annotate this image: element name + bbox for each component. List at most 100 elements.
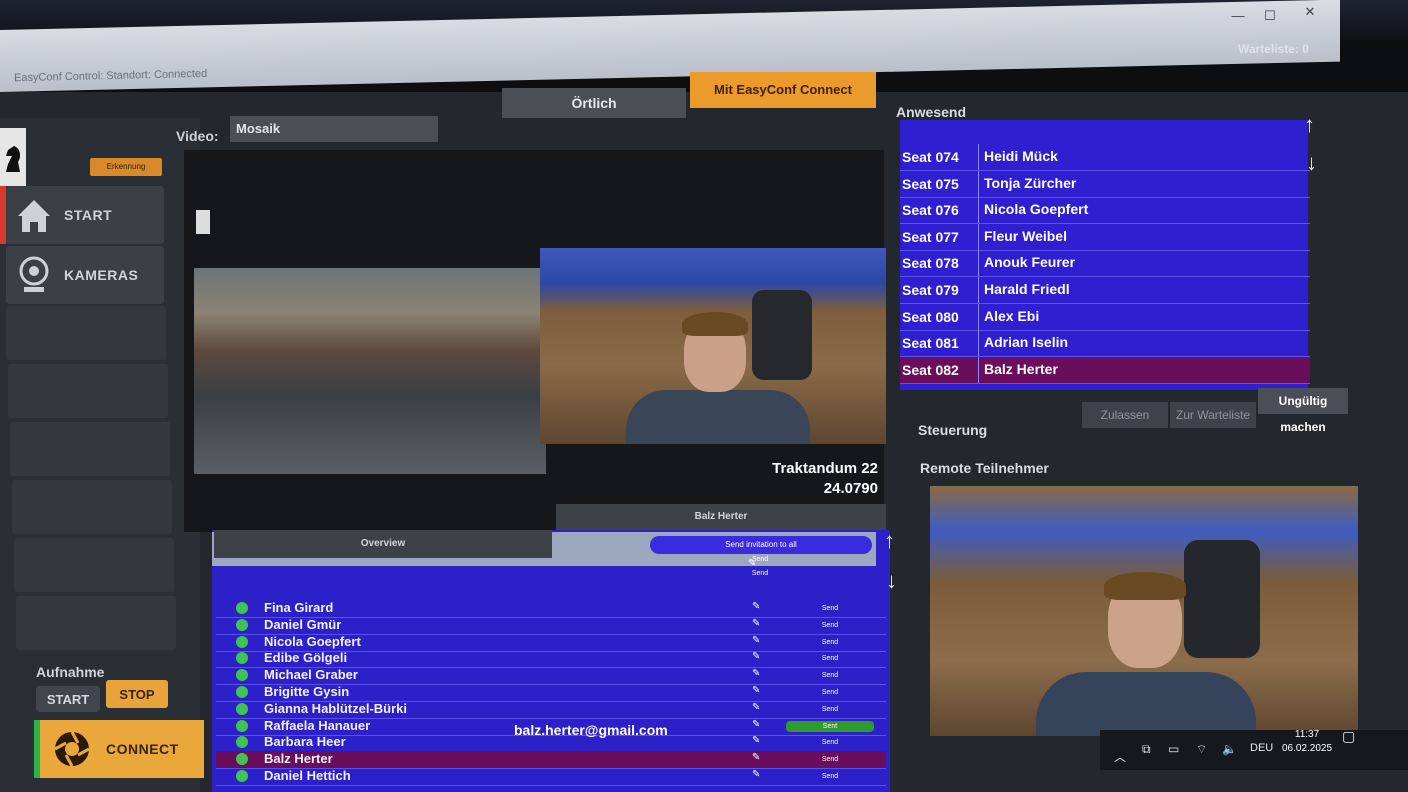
pencil-icon[interactable]: ✎ (752, 618, 760, 629)
warteliste-label: Warteliste: (1238, 42, 1299, 56)
divider (978, 277, 979, 303)
pencil-icon[interactable]: ✎ (752, 601, 760, 612)
volume-icon[interactable]: 🔈 (1222, 742, 1237, 756)
seat-row[interactable]: Seat 078 Anouk Feurer (900, 250, 1310, 278)
email-field[interactable]: balz.herter@gmail.com (514, 722, 668, 738)
seat-row[interactable]: Seat 080 Alex Ebi (900, 303, 1310, 331)
warteliste-count: 0 (1302, 42, 1309, 56)
participant-row[interactable]: Daniel Hettich ✎ Send (216, 768, 886, 786)
sidebar-empty-slot (16, 596, 176, 650)
seat-name: Fleur Weibel (984, 227, 1067, 244)
sidebar-item-start[interactable]: START (6, 186, 164, 244)
arrow-down-icon[interactable]: ↓ (886, 568, 897, 594)
tab-oertlich[interactable]: Örtlich (502, 88, 686, 118)
wifi-icon[interactable]: ⌔ (1196, 742, 1207, 757)
active-indicator (0, 186, 6, 244)
send-button[interactable]: Sent (786, 720, 874, 732)
pencil-icon[interactable]: ✎ (748, 558, 756, 569)
close-button[interactable]: ✕ (1290, 4, 1330, 20)
seat-number: Seat 080 (902, 308, 959, 325)
ungueltig-machen-button[interactable]: Ungültig machen (1258, 388, 1348, 434)
participant-row[interactable]: Daniel Gmür ✎ Send (216, 617, 886, 635)
language-indicator[interactable]: DEU (1250, 742, 1273, 754)
tab-easyconf-connect[interactable]: Mit EasyConf Connect (690, 72, 876, 108)
seat-row[interactable]: Seat 075 Tonja Zürcher (900, 170, 1310, 198)
arrow-down-icon[interactable]: ↓ (1306, 150, 1317, 176)
send-button[interactable]: Send (786, 687, 874, 698)
seat-row[interactable]: Seat 079 Harald Friedl (900, 277, 1310, 304)
seat-number: Seat 077 (902, 228, 959, 245)
zulassen-button[interactable]: Zulassen (1082, 402, 1168, 428)
participant-name: Fina Girard (264, 600, 334, 615)
pencil-icon[interactable]: ✎ (752, 719, 760, 730)
arrow-up-icon[interactable]: ↑ (1304, 112, 1315, 138)
anwesend-label: Anwesend (896, 104, 967, 120)
participant-row[interactable]: Michael Graber ✎ Send (216, 667, 886, 686)
pencil-icon[interactable]: ✎ (752, 685, 760, 696)
participant-name: Edibe Gölgeli (264, 650, 348, 666)
seat-row[interactable]: Seat 077 Fleur Weibel (900, 223, 1310, 251)
sidebar-empty-slot (12, 480, 172, 534)
maximize-button[interactable]: ☐ (1250, 8, 1290, 24)
clock[interactable]: 11:37 06.02.2025 (1282, 728, 1332, 756)
seat-row[interactable]: Seat 076 Nicola Goepfert (900, 197, 1310, 225)
send-button[interactable]: Send (786, 653, 874, 664)
logo (0, 128, 26, 186)
pencil-icon[interactable]: ✎ (752, 735, 760, 746)
connect-button[interactable]: CONNECT (34, 720, 204, 778)
seat-number: Seat 076 (902, 202, 959, 219)
pencil-icon[interactable]: ✎ (752, 651, 760, 662)
pencil-icon[interactable]: ✎ (752, 635, 760, 646)
notification-icon[interactable]: ▢ (1342, 728, 1355, 745)
chevron-up-icon[interactable]: ︿ (1114, 748, 1126, 765)
send-button[interactable]: Send (650, 556, 870, 570)
divider (978, 303, 979, 330)
seat-number: Seat 075 (902, 175, 959, 192)
remote-figure-body (1036, 672, 1256, 736)
aufnahme-label: Aufnahme (36, 664, 105, 680)
traktandum-title: Traktandum 22 (772, 460, 878, 477)
video-mode-select[interactable]: Mosaik (230, 116, 438, 142)
participant-row[interactable]: Fina Girard ✎ Send (216, 600, 886, 618)
participant-row[interactable]: Nicola Goepfert ✎ Send (216, 634, 886, 652)
pencil-icon[interactable]: ✎ (752, 769, 760, 780)
send-button[interactable]: Send (786, 737, 874, 748)
recording-stop-button[interactable]: STOP (106, 680, 168, 708)
zur-warteliste-button[interactable]: Zur Warteliste (1170, 402, 1256, 428)
speaker-name-button[interactable]: Balz Herter (556, 504, 886, 530)
seat-row[interactable]: Seat 081 Adrian Iselin (900, 330, 1310, 358)
send-invitation-all-button[interactable]: Send invitation to all (650, 536, 872, 554)
parliament-hall-feed (194, 268, 546, 474)
recording-start-button[interactable]: START (36, 686, 100, 712)
overview-button[interactable]: Overview (214, 530, 552, 558)
aperture-icon (54, 731, 90, 767)
pencil-icon[interactable]: ✎ (752, 702, 760, 713)
speaker-figure-hair (682, 312, 748, 336)
seat-name: Harald Friedl (984, 281, 1070, 297)
send-button[interactable]: Send (786, 704, 874, 715)
pencil-icon[interactable]: ✎ (752, 668, 760, 679)
seat-row[interactable]: Seat 074 Heidi Mück (900, 144, 1310, 171)
clock-date: 06.02.2025 (1282, 743, 1333, 754)
battery-icon[interactable]: ▭ (1168, 742, 1179, 756)
participant-row[interactable]: Edibe Gölgeli ✎ Send (216, 650, 886, 669)
sidebar-empty-slot (8, 364, 168, 418)
send-button[interactable]: Send (650, 570, 870, 584)
send-button[interactable]: Send (786, 603, 874, 614)
network-icon[interactable]: ⧉ (1142, 742, 1151, 757)
participant-row[interactable]: Gianna Hablützel-Bürki ✎ Send (216, 701, 886, 719)
arrow-up-icon[interactable]: ↑ (884, 528, 895, 554)
participant-row[interactable]: Balz Herter ✎ Send (216, 751, 886, 770)
seat-row[interactable]: Seat 082 Balz Herter (900, 356, 1310, 384)
connect-label: CONNECT (106, 741, 179, 757)
online-status-icon (236, 652, 248, 665)
send-button[interactable]: Send (786, 754, 874, 765)
send-button[interactable]: Send (786, 771, 874, 782)
send-button[interactable]: Send (786, 670, 874, 681)
participant-row[interactable]: Brigitte Gysin ✎ Send (216, 684, 886, 702)
online-status-icon (236, 602, 248, 614)
send-button[interactable]: Send (786, 637, 874, 648)
pencil-icon[interactable]: ✎ (752, 752, 760, 763)
sidebar-item-kameras[interactable]: KAMERAS (6, 246, 164, 304)
send-button[interactable]: Send (786, 620, 874, 631)
